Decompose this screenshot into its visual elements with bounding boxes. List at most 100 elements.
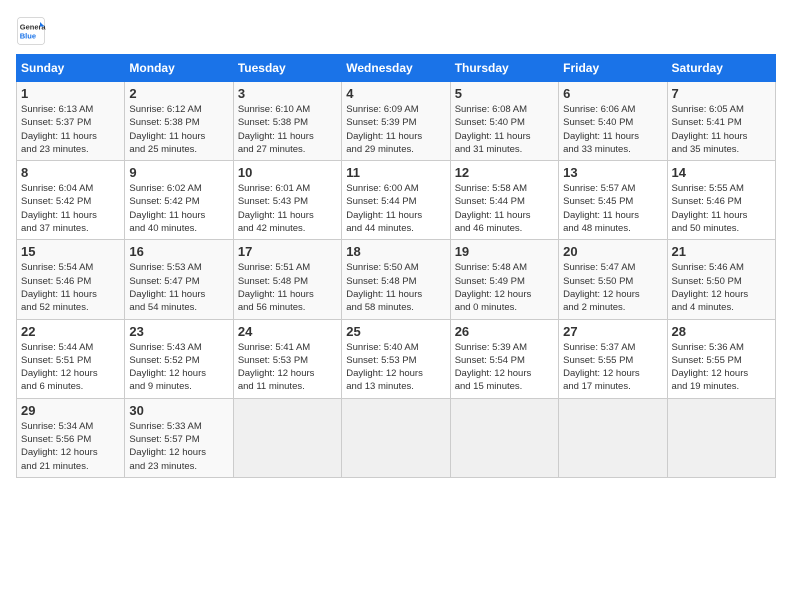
- day-info: Sunrise: 5:34 AM Sunset: 5:56 PM Dayligh…: [21, 420, 120, 473]
- day-info: Sunrise: 5:40 AM Sunset: 5:53 PM Dayligh…: [346, 341, 445, 394]
- day-number: 19: [455, 244, 554, 259]
- calendar-day-cell: 13Sunrise: 5:57 AM Sunset: 5:45 PM Dayli…: [559, 161, 667, 240]
- weekday-header-tuesday: Tuesday: [233, 55, 341, 82]
- day-number: 9: [129, 165, 228, 180]
- calendar-day-cell: 12 Sunrise: 5:58 AM Sunset: 5:44 PM Dayli…: [450, 161, 558, 240]
- day-number: 28: [672, 324, 771, 339]
- calendar-day-cell: 24Sunrise: 5:41 AM Sunset: 5:53 PM Dayli…: [233, 319, 341, 398]
- day-number: 25: [346, 324, 445, 339]
- day-number: 23: [129, 324, 228, 339]
- calendar-day-cell: 23 Sunrise: 5:43 AM Sunset: 5:52 PM Dayli…: [125, 319, 233, 398]
- day-number: 3: [238, 86, 337, 101]
- day-info: Sunrise: 6:06 AM Sunset: 5:40 PM Dayligh…: [563, 103, 662, 156]
- day-number: 20: [563, 244, 662, 259]
- day-info: Sunrise: 5:37 AM Sunset: 5:55 PM Dayligh…: [563, 341, 662, 394]
- day-info: Sunrise: 5:39 AM Sunset: 5:54 PM Dayligh…: [455, 341, 554, 394]
- calendar-week-row: 29 Sunrise: 5:34 AM Sunset: 5:56 PM Dayli…: [17, 398, 776, 477]
- day-number: 17: [238, 244, 337, 259]
- calendar-day-cell: 6 Sunrise: 6:06 AM Sunset: 5:40 PM Daylig…: [559, 82, 667, 161]
- calendar-day-cell: 5 Sunrise: 6:08 AM Sunset: 5:40 PM Daylig…: [450, 82, 558, 161]
- day-info: Sunrise: 5:54 AM Sunset: 5:46 PM Dayligh…: [21, 261, 120, 314]
- day-info: Sunrise: 5:33 AM Sunset: 5:57 PM Dayligh…: [129, 420, 228, 473]
- calendar-day-cell: 17 Sunrise: 5:51 AM Sunset: 5:48 PM Dayli…: [233, 240, 341, 319]
- calendar-day-cell: [667, 398, 775, 477]
- day-number: 10: [238, 165, 337, 180]
- day-number: 16: [129, 244, 228, 259]
- calendar-day-cell: 9 Sunrise: 6:02 AM Sunset: 5:42 PM Daylig…: [125, 161, 233, 240]
- calendar-day-cell: 4 Sunrise: 6:09 AM Sunset: 5:39 PM Daylig…: [342, 82, 450, 161]
- weekday-header-row: SundayMondayTuesdayWednesdayThursdayFrid…: [17, 55, 776, 82]
- day-number: 2: [129, 86, 228, 101]
- day-info: Sunrise: 6:02 AM Sunset: 5:42 PM Dayligh…: [129, 182, 228, 235]
- day-number: 7: [672, 86, 771, 101]
- logo: General Blue: [16, 16, 50, 46]
- day-number: 21: [672, 244, 771, 259]
- day-info: Sunrise: 6:05 AM Sunset: 5:41 PM Dayligh…: [672, 103, 771, 156]
- day-number: 27: [563, 324, 662, 339]
- day-info: Sunrise: 6:12 AM Sunset: 5:38 PM Dayligh…: [129, 103, 228, 156]
- calendar-day-cell: [450, 398, 558, 477]
- calendar-day-cell: 16 Sunrise: 5:53 AM Sunset: 5:47 PM Dayli…: [125, 240, 233, 319]
- weekday-header-thursday: Thursday: [450, 55, 558, 82]
- calendar-day-cell: 28Sunrise: 5:36 AM Sunset: 5:55 PM Dayli…: [667, 319, 775, 398]
- day-number: 14: [672, 165, 771, 180]
- day-info: Sunrise: 5:46 AM Sunset: 5:50 PM Dayligh…: [672, 261, 771, 314]
- day-number: 4: [346, 86, 445, 101]
- calendar-day-cell: 26 Sunrise: 5:39 AM Sunset: 5:54 PM Dayli…: [450, 319, 558, 398]
- day-info: Sunrise: 5:58 AM Sunset: 5:44 PM Dayligh…: [455, 182, 554, 235]
- day-number: 1: [21, 86, 120, 101]
- calendar-day-cell: 7 Sunrise: 6:05 AM Sunset: 5:41 PM Daylig…: [667, 82, 775, 161]
- calendar-day-cell: [342, 398, 450, 477]
- calendar-day-cell: 25 Sunrise: 5:40 AM Sunset: 5:53 PM Dayli…: [342, 319, 450, 398]
- day-info: Sunrise: 6:10 AM Sunset: 5:38 PM Dayligh…: [238, 103, 337, 156]
- day-number: 15: [21, 244, 120, 259]
- calendar-day-cell: 14 Sunrise: 5:55 AM Sunset: 5:46 PM Dayli…: [667, 161, 775, 240]
- calendar-day-cell: [559, 398, 667, 477]
- day-number: 18: [346, 244, 445, 259]
- calendar-day-cell: 20 Sunrise: 5:47 AM Sunset: 5:50 PM Dayli…: [559, 240, 667, 319]
- calendar-day-cell: 27 Sunrise: 5:37 AM Sunset: 5:55 PM Dayli…: [559, 319, 667, 398]
- calendar-day-cell: 29 Sunrise: 5:34 AM Sunset: 5:56 PM Dayli…: [17, 398, 125, 477]
- calendar-day-cell: 8Sunrise: 6:04 AM Sunset: 5:42 PM Daylig…: [17, 161, 125, 240]
- day-number: 11: [346, 165, 445, 180]
- day-number: 6: [563, 86, 662, 101]
- day-number: 22: [21, 324, 120, 339]
- svg-text:General: General: [20, 23, 46, 32]
- calendar-week-row: 15 Sunrise: 5:54 AM Sunset: 5:46 PM Dayli…: [17, 240, 776, 319]
- weekday-header-friday: Friday: [559, 55, 667, 82]
- day-info: Sunrise: 6:08 AM Sunset: 5:40 PM Dayligh…: [455, 103, 554, 156]
- day-info: Sunrise: 5:57 AM Sunset: 5:45 PM Dayligh…: [563, 182, 662, 235]
- day-info: Sunrise: 5:41 AM Sunset: 5:53 PM Dayligh…: [238, 341, 337, 394]
- calendar-day-cell: 19Sunrise: 5:48 AM Sunset: 5:49 PM Dayli…: [450, 240, 558, 319]
- weekday-header-saturday: Saturday: [667, 55, 775, 82]
- calendar-day-cell: 11 Sunrise: 6:00 AM Sunset: 5:44 PM Dayli…: [342, 161, 450, 240]
- calendar-day-cell: 3 Sunrise: 6:10 AM Sunset: 5:38 PM Daylig…: [233, 82, 341, 161]
- calendar-day-cell: 15 Sunrise: 5:54 AM Sunset: 5:46 PM Dayli…: [17, 240, 125, 319]
- day-info: Sunrise: 5:47 AM Sunset: 5:50 PM Dayligh…: [563, 261, 662, 314]
- day-info: Sunrise: 6:00 AM Sunset: 5:44 PM Dayligh…: [346, 182, 445, 235]
- day-number: 29: [21, 403, 120, 418]
- calendar-day-cell: 22Sunrise: 5:44 AM Sunset: 5:51 PM Dayli…: [17, 319, 125, 398]
- day-info: Sunrise: 6:13 AM Sunset: 5:37 PM Dayligh…: [21, 103, 120, 156]
- day-info: Sunrise: 5:43 AM Sunset: 5:52 PM Dayligh…: [129, 341, 228, 394]
- day-info: Sunrise: 6:09 AM Sunset: 5:39 PM Dayligh…: [346, 103, 445, 156]
- day-number: 12: [455, 165, 554, 180]
- day-info: Sunrise: 5:53 AM Sunset: 5:47 PM Dayligh…: [129, 261, 228, 314]
- svg-text:Blue: Blue: [20, 32, 36, 41]
- calendar-week-row: 1 Sunrise: 6:13 AM Sunset: 5:37 PM Daylig…: [17, 82, 776, 161]
- day-info: Sunrise: 6:01 AM Sunset: 5:43 PM Dayligh…: [238, 182, 337, 235]
- calendar-week-row: 22Sunrise: 5:44 AM Sunset: 5:51 PM Dayli…: [17, 319, 776, 398]
- calendar-week-row: 8Sunrise: 6:04 AM Sunset: 5:42 PM Daylig…: [17, 161, 776, 240]
- calendar-day-cell: 2 Sunrise: 6:12 AM Sunset: 5:38 PM Daylig…: [125, 82, 233, 161]
- day-number: 26: [455, 324, 554, 339]
- day-info: Sunrise: 5:55 AM Sunset: 5:46 PM Dayligh…: [672, 182, 771, 235]
- logo-icon: General Blue: [16, 16, 46, 46]
- day-number: 5: [455, 86, 554, 101]
- weekday-header-monday: Monday: [125, 55, 233, 82]
- day-info: Sunrise: 5:51 AM Sunset: 5:48 PM Dayligh…: [238, 261, 337, 314]
- day-number: 30: [129, 403, 228, 418]
- calendar-table: SundayMondayTuesdayWednesdayThursdayFrid…: [16, 54, 776, 478]
- calendar-day-cell: 1 Sunrise: 6:13 AM Sunset: 5:37 PM Daylig…: [17, 82, 125, 161]
- day-info: Sunrise: 6:04 AM Sunset: 5:42 PM Dayligh…: [21, 182, 120, 235]
- weekday-header-wednesday: Wednesday: [342, 55, 450, 82]
